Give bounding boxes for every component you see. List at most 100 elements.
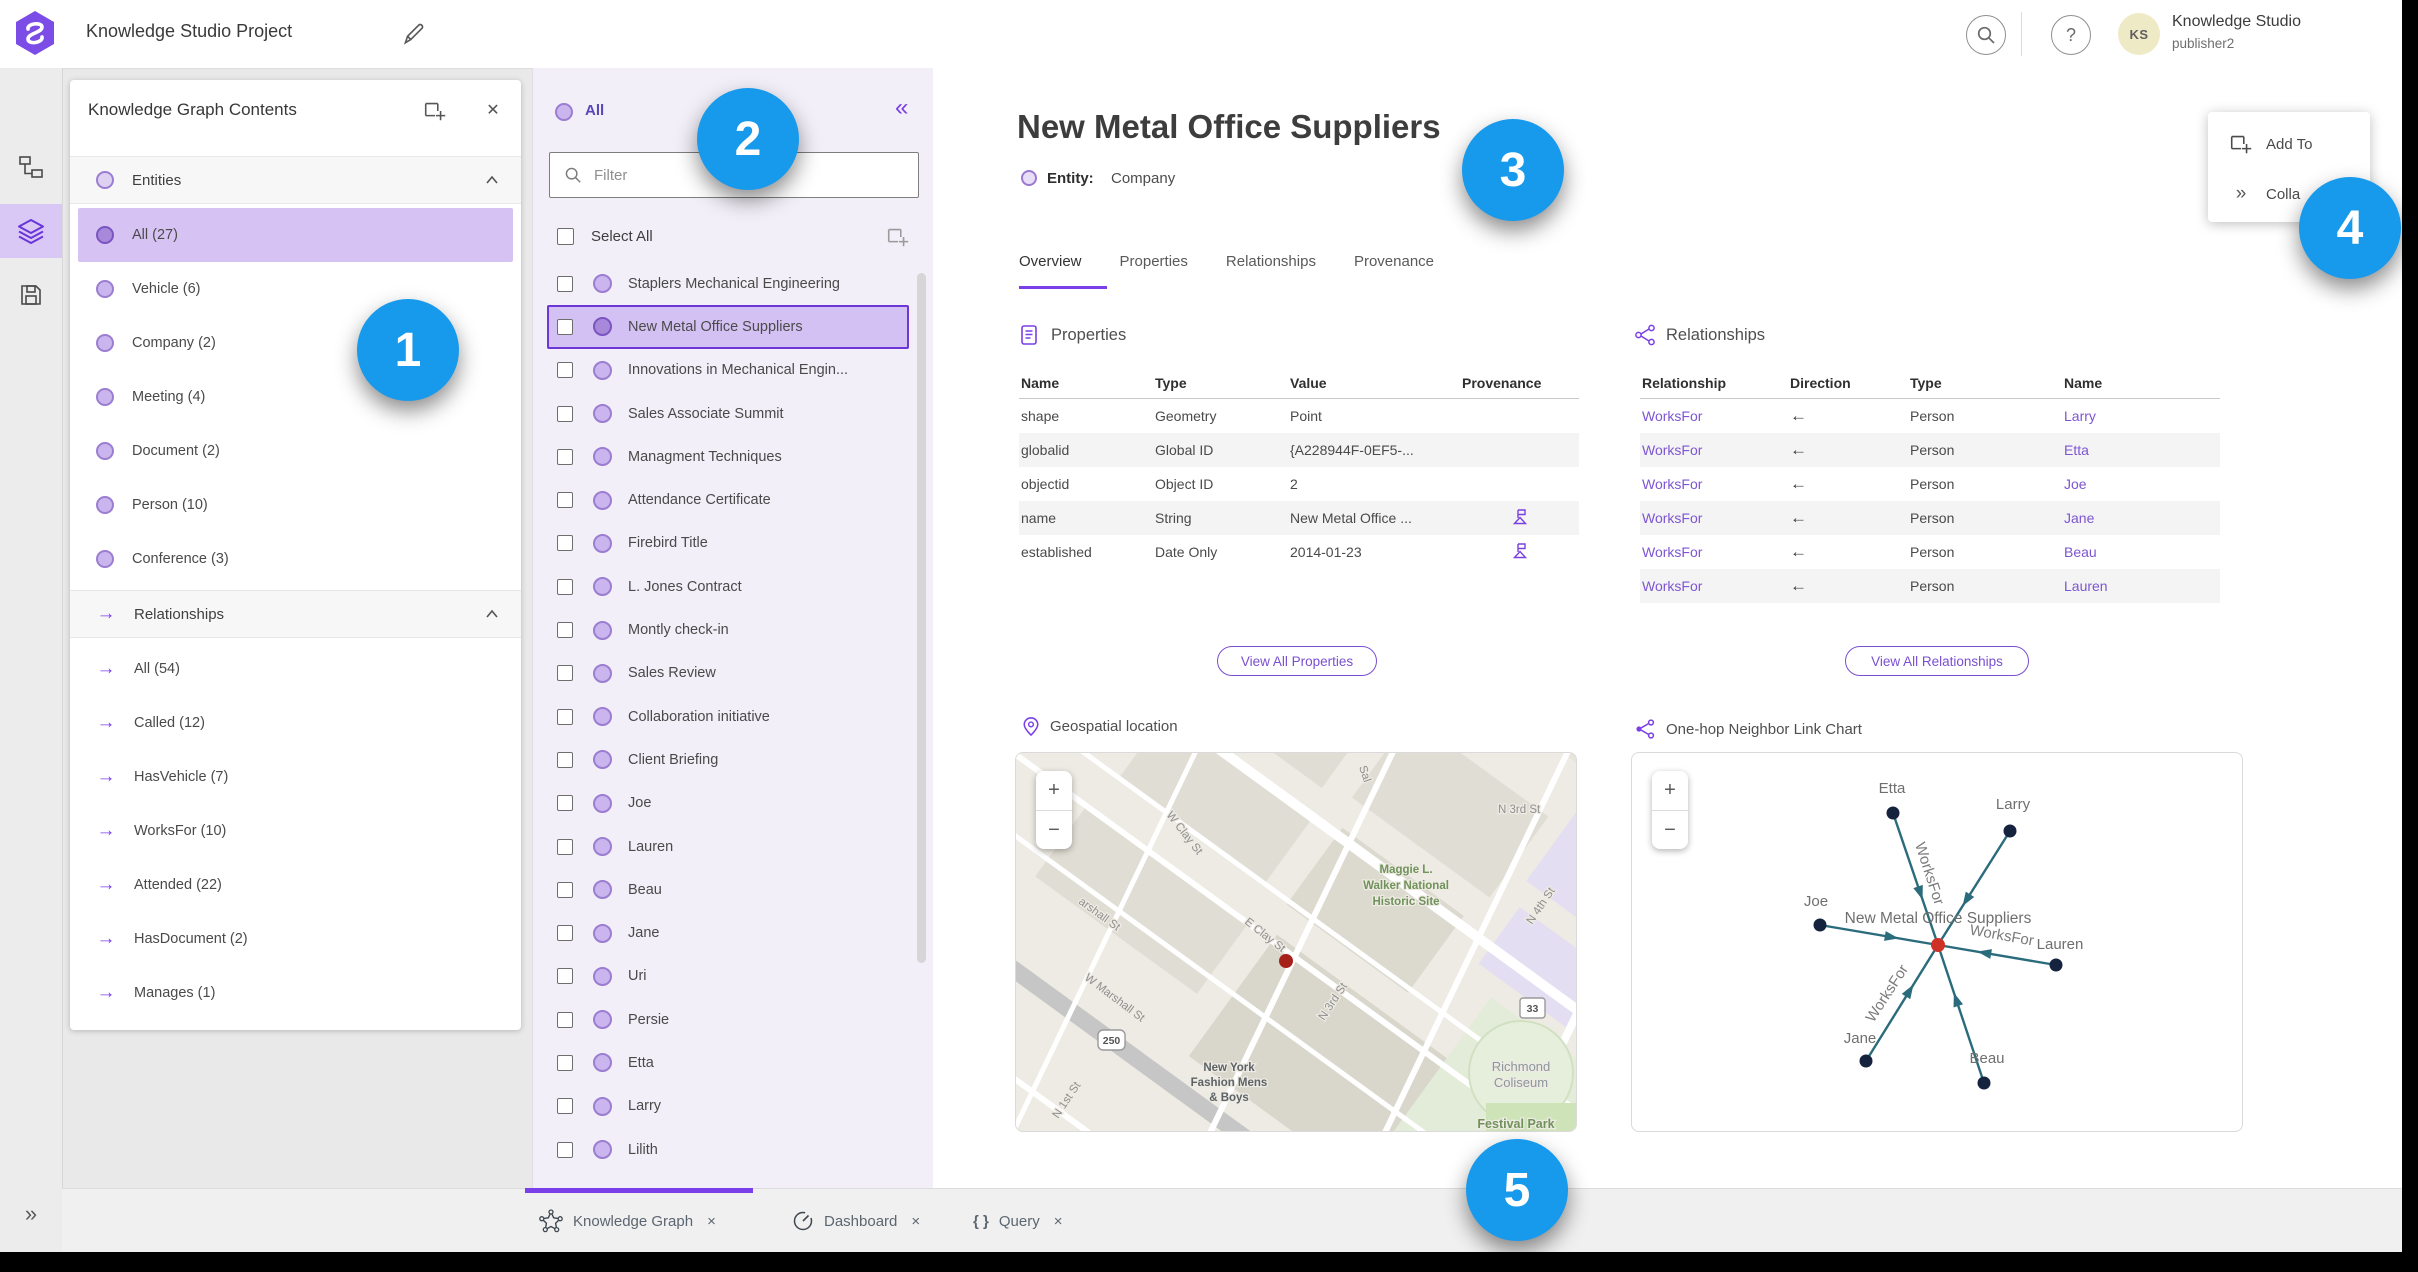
select-all-row[interactable]: Select All (533, 216, 934, 256)
list-item[interactable]: Attendance Certificate (547, 478, 909, 521)
list-item[interactable]: Etta (547, 1041, 909, 1084)
list-item[interactable]: Sales Review (547, 652, 909, 695)
item-checkbox[interactable] (557, 925, 573, 942)
chevron-up-icon[interactable] (485, 175, 499, 185)
view-all-properties-button[interactable]: View All Properties (1217, 646, 1377, 676)
entities-item[interactable]: Conference (3) (78, 532, 513, 586)
chevron-up-icon[interactable] (485, 609, 499, 619)
relationships-item[interactable]: → HasVehicle (7) (78, 750, 513, 804)
add-to-new-icon[interactable] (422, 98, 448, 124)
relationship-link[interactable]: WorksFor (1640, 510, 1788, 526)
list-item[interactable]: Larry (547, 1085, 909, 1128)
entities-item[interactable]: Vehicle (6) (78, 262, 513, 316)
related-entity-link[interactable]: Lauren (2062, 578, 2220, 594)
list-item[interactable]: L. Jones Contract (547, 565, 909, 608)
list-item[interactable]: Staplers Mechanical Engineering (547, 262, 909, 305)
item-checkbox[interactable] (557, 622, 573, 639)
close-tab-icon[interactable]: × (911, 1213, 920, 1230)
item-checkbox[interactable] (557, 751, 573, 768)
relationship-link[interactable]: WorksFor (1640, 476, 1788, 492)
relationships-item[interactable]: → HasDocument (2) (78, 912, 513, 966)
link-chart-node[interactable] (1886, 806, 1900, 820)
item-checkbox[interactable] (557, 838, 573, 855)
item-checkbox[interactable] (557, 708, 573, 725)
help-button[interactable]: ? (2051, 15, 2091, 55)
avatar[interactable]: KS (2118, 13, 2160, 55)
tab-properties[interactable]: Properties (1120, 253, 1188, 270)
item-checkbox[interactable] (557, 795, 573, 812)
relationships-item[interactable]: → All (54) (78, 642, 513, 696)
view-tab-query[interactable]: { } Query × (973, 1189, 1062, 1252)
link-chart-node[interactable] (1813, 918, 1827, 932)
collapse-panel-button[interactable]: « (895, 94, 908, 122)
rail-expand-button[interactable]: » (0, 1190, 62, 1238)
zoom-out-button[interactable]: − (1036, 811, 1072, 850)
search-button[interactable] (1966, 15, 2006, 55)
view-tab-knowledge-graph[interactable]: Knowledge Graph × (539, 1189, 716, 1252)
list-item[interactable]: Joe (547, 782, 909, 825)
entities-item[interactable]: Document (2) (78, 424, 513, 478)
view-all-relationships-button[interactable]: View All Relationships (1845, 646, 2029, 676)
link-chart-center-node[interactable] (1931, 938, 1945, 952)
list-item[interactable]: Client Briefing (547, 738, 909, 781)
item-checkbox[interactable] (557, 1054, 573, 1071)
link-chart-node[interactable] (1859, 1054, 1873, 1068)
item-checkbox[interactable] (557, 1098, 573, 1115)
select-all-checkbox[interactable] (557, 227, 574, 245)
relationship-link[interactable]: WorksFor (1640, 442, 1788, 458)
view-tab-dashboard[interactable]: Dashboard × (792, 1189, 920, 1252)
item-checkbox[interactable] (557, 448, 573, 465)
list-item[interactable]: New Metal Office Suppliers (547, 305, 909, 349)
related-entity-link[interactable]: Beau (2062, 544, 2220, 560)
close-panel-button[interactable]: ✕ (480, 97, 506, 123)
rail-item-data-model[interactable] (0, 140, 62, 194)
tab-relationships[interactable]: Relationships (1226, 253, 1316, 270)
close-tab-icon[interactable]: × (1054, 1213, 1063, 1230)
provenance-flag-icon[interactable] (1512, 508, 1528, 525)
item-checkbox[interactable] (557, 881, 573, 898)
zoom-in-button[interactable]: + (1036, 771, 1072, 811)
one-hop-link-chart[interactable]: + − Etta Larry Joe Lauren Jane Beau New Metal … (1631, 752, 2243, 1132)
link-chart-node[interactable] (1977, 1076, 1991, 1090)
relationships-item[interactable]: → Manages (1) (78, 966, 513, 1020)
edit-title-icon[interactable] (400, 20, 426, 46)
zoom-out-button[interactable]: − (1652, 811, 1688, 850)
list-scrollbar[interactable] (917, 273, 926, 963)
zoom-in-button[interactable]: + (1652, 771, 1688, 811)
provenance-flag-icon[interactable] (1512, 542, 1528, 559)
relationships-section-header[interactable]: → Relationships (70, 590, 521, 638)
relationship-link[interactable]: WorksFor (1640, 544, 1788, 560)
list-item[interactable]: Jane (547, 911, 909, 954)
add-to-button[interactable]: Add To (2208, 124, 2370, 164)
item-checkbox[interactable] (557, 578, 573, 595)
related-entity-link[interactable]: Larry (2062, 408, 2220, 424)
item-checkbox[interactable] (557, 1141, 573, 1158)
list-item[interactable]: Montly check-in (547, 608, 909, 651)
close-tab-icon[interactable]: × (707, 1213, 716, 1230)
rail-item-save[interactable] (0, 268, 62, 322)
list-item[interactable]: Managment Techniques (547, 435, 909, 478)
list-item[interactable]: Firebird Title (547, 522, 909, 565)
related-entity-link[interactable]: Etta (2062, 442, 2220, 458)
rail-item-layers[interactable] (0, 204, 62, 258)
add-to-map-icon[interactable] (885, 224, 911, 250)
entities-section-header[interactable]: Entities (70, 156, 521, 204)
relationship-link[interactable]: WorksFor (1640, 408, 1788, 424)
tab-overview[interactable]: Overview (1019, 253, 1082, 270)
list-item[interactable]: Lauren (547, 825, 909, 868)
item-checkbox[interactable] (557, 1011, 573, 1028)
item-checkbox[interactable] (557, 318, 573, 335)
item-checkbox[interactable] (557, 275, 573, 292)
list-item[interactable]: Collaboration initiative (547, 695, 909, 738)
list-item[interactable]: Beau (547, 868, 909, 911)
relationship-link[interactable]: WorksFor (1640, 578, 1788, 594)
item-checkbox[interactable] (557, 492, 573, 509)
relationships-item[interactable]: → WorksFor (10) (78, 804, 513, 858)
related-entity-link[interactable]: Jane (2062, 510, 2220, 526)
list-item[interactable]: Sales Associate Summit (547, 392, 909, 435)
link-chart-node[interactable] (2003, 824, 2017, 838)
link-chart-node[interactable] (2049, 958, 2063, 972)
geospatial-map[interactable]: + − 250 33 Sal W Clay St N 3rd St N 4th … (1015, 752, 1577, 1132)
list-item[interactable]: Persie (547, 998, 909, 1041)
relationships-item[interactable]: → Attended (22) (78, 858, 513, 912)
